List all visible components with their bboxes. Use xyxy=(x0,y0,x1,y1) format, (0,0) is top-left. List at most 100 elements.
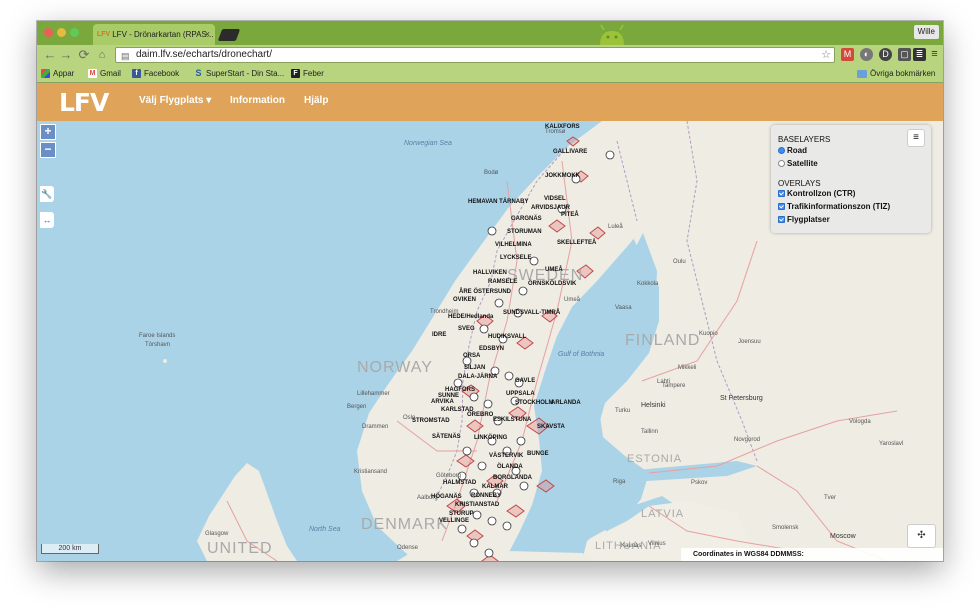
sea-label-north-sea: North Sea xyxy=(309,526,341,533)
baselayer-road[interactable]: Road xyxy=(778,146,807,155)
zoom-in-button[interactable]: + xyxy=(40,124,56,140)
chrome-menu-icon[interactable]: ≡ xyxy=(928,48,941,61)
airport-label: SKAVSTA xyxy=(537,424,565,430)
buffer-layers-icon[interactable]: ≣ xyxy=(913,48,926,61)
back-button[interactable]: ← xyxy=(43,48,57,62)
android-icon xyxy=(600,24,624,45)
airport-label: UPPSALA xyxy=(506,391,535,397)
city-label: Smolensk xyxy=(772,525,799,531)
apps-grid-icon xyxy=(41,69,50,78)
bookmark-label: Appar xyxy=(53,69,75,78)
minimize-window-button[interactable] xyxy=(57,28,66,37)
layer-menu-icon[interactable]: ≡ xyxy=(907,129,925,147)
radio-road[interactable] xyxy=(778,147,785,154)
locate-crosshair-icon[interactable]: ✣ xyxy=(907,524,936,548)
measure-tool-icon[interactable]: ↔ xyxy=(40,212,54,228)
gmail-icon: M xyxy=(88,69,97,78)
checkbox-airports[interactable] xyxy=(778,216,785,223)
overlay-airports[interactable]: Flygplatser xyxy=(778,215,830,224)
feber-icon: F xyxy=(291,69,300,78)
airport-label: KALMAR xyxy=(482,484,508,490)
browser-tab[interactable]: LFV LFV - Drönarkartan (RPAS... × xyxy=(93,24,215,45)
extension-circle-icon[interactable]: ◐ xyxy=(860,48,873,61)
close-window-button[interactable] xyxy=(44,28,53,37)
airport-label: STROMSTAD xyxy=(412,418,450,424)
city-label: Novgorod xyxy=(734,437,761,443)
lfv-logo[interactable]: LFV xyxy=(59,88,109,117)
city-label: Kaunas xyxy=(621,543,642,549)
airport-label: DALA-JÄRNA xyxy=(458,374,498,380)
other-bookmarks[interactable]: Övriga bokmärken xyxy=(857,69,935,78)
nav-select-airport[interactable]: Välj Flygplats ▾ xyxy=(139,95,211,106)
airport-label: RAMSELE xyxy=(488,279,518,285)
checkbox-ctr[interactable] xyxy=(778,190,785,197)
checkbox-tiz[interactable] xyxy=(778,203,785,210)
city-label: Moscow xyxy=(830,533,856,540)
airport-label: BORGLANDA xyxy=(493,475,532,481)
wrench-tool-icon[interactable]: 🔧 xyxy=(40,186,54,202)
city-label: Kuopio xyxy=(699,331,718,337)
sea-label-gulf-of-bothnia: Gulf of Bothnia xyxy=(558,351,605,358)
airport-label: KALIXFORS xyxy=(545,124,580,130)
bookmark-superstart[interactable]: S SuperStart - Din Sta... xyxy=(194,68,284,79)
home-button[interactable]: ⌂ xyxy=(95,48,109,62)
bookmark-gmail[interactable]: M Gmail xyxy=(88,69,121,78)
overlay-label: Flygplatser xyxy=(787,215,830,224)
airport-label: VELLINGE xyxy=(439,518,470,524)
airport-label: ÖREBRO xyxy=(467,412,494,418)
bookmark-star-icon[interactable]: ☆ xyxy=(821,48,831,62)
extension-d-icon[interactable]: D xyxy=(879,48,892,61)
address-bar[interactable]: ▤ daim.lfv.se/echarts/dronechart/ ☆ xyxy=(115,47,835,63)
page-info-icon[interactable]: ▤ xyxy=(121,49,130,63)
bookmark-label: Gmail xyxy=(100,69,121,78)
nav-information[interactable]: Information xyxy=(230,95,285,106)
nav-help[interactable]: Hjälp xyxy=(304,95,328,106)
airport-label: UMEÅ xyxy=(545,267,563,273)
radio-satellite[interactable] xyxy=(778,160,785,167)
airport-label: VÄSTERVIK xyxy=(489,453,524,459)
forward-button[interactable]: → xyxy=(59,48,73,62)
airport-label: GARGNÄS xyxy=(511,216,542,222)
country-label-united: UNITED xyxy=(207,540,273,557)
facebook-icon: f xyxy=(132,69,141,78)
city-label: Riga xyxy=(613,479,626,485)
baselayer-satellite[interactable]: Satellite xyxy=(778,159,818,168)
tab-strip: LFV LFV - Drönarkartan (RPAS... × Wille xyxy=(37,21,943,45)
overlays-heading: OVERLAYS xyxy=(778,179,821,188)
bookmark-appar[interactable]: Appar xyxy=(41,69,74,78)
overlay-ctr[interactable]: Kontrollzon (CTR) xyxy=(778,189,855,198)
bookmark-label: Facebook xyxy=(144,69,180,78)
city-label: Glasgow xyxy=(205,531,229,537)
bookmark-feber[interactable]: F Feber xyxy=(291,69,324,78)
country-label-finland: FINLAND xyxy=(625,332,701,349)
land-faroe xyxy=(163,359,167,363)
airport-label: HUDIKSVALL xyxy=(488,334,527,340)
app-header: LFV Välj Flygplats ▾ Information Hjälp xyxy=(37,83,943,121)
overlay-label: Kontrollzon (CTR) xyxy=(787,189,856,198)
city-label: Faroe Islands xyxy=(139,333,176,339)
airport-label: ORSA xyxy=(463,353,481,359)
reload-button[interactable]: ⟳ xyxy=(77,48,91,62)
zoom-out-button[interactable]: − xyxy=(40,142,56,158)
user-profile-button[interactable]: Wille xyxy=(913,25,939,39)
airport-label: VIDSEL xyxy=(544,196,566,202)
country-label-denmark: DENMARK xyxy=(361,516,449,533)
maximize-window-button[interactable] xyxy=(70,28,79,37)
extension-square-icon[interactable]: ▢ xyxy=(898,48,911,61)
bookmark-label: Feber xyxy=(303,69,324,78)
tab-close-icon[interactable]: × xyxy=(205,29,210,39)
city-label: Tórshavn xyxy=(145,342,171,348)
bookmark-facebook[interactable]: f Facebook xyxy=(132,69,179,78)
gmail-checker-extension-icon[interactable]: M xyxy=(841,48,854,61)
superstart-icon: S xyxy=(195,68,202,78)
city-label: Oulu xyxy=(673,259,686,265)
airport-label: OVIKEN xyxy=(453,297,477,303)
overlay-label: Trafikinformationszon (TIZ) xyxy=(787,202,891,211)
city-label: Pskov xyxy=(691,480,708,486)
address-url: daim.lfv.se/echarts/dronechart/ xyxy=(136,49,272,60)
map-scale-bar: 200 km xyxy=(41,544,99,554)
new-tab-button[interactable] xyxy=(217,29,241,41)
overlay-tiz[interactable]: Trafikinformationszon (TIZ) xyxy=(778,202,890,211)
map-view[interactable]: Norwegian Sea North Sea Gulf of Bothnia … xyxy=(37,121,943,561)
airport-label: HALLVIKEN xyxy=(473,270,507,276)
